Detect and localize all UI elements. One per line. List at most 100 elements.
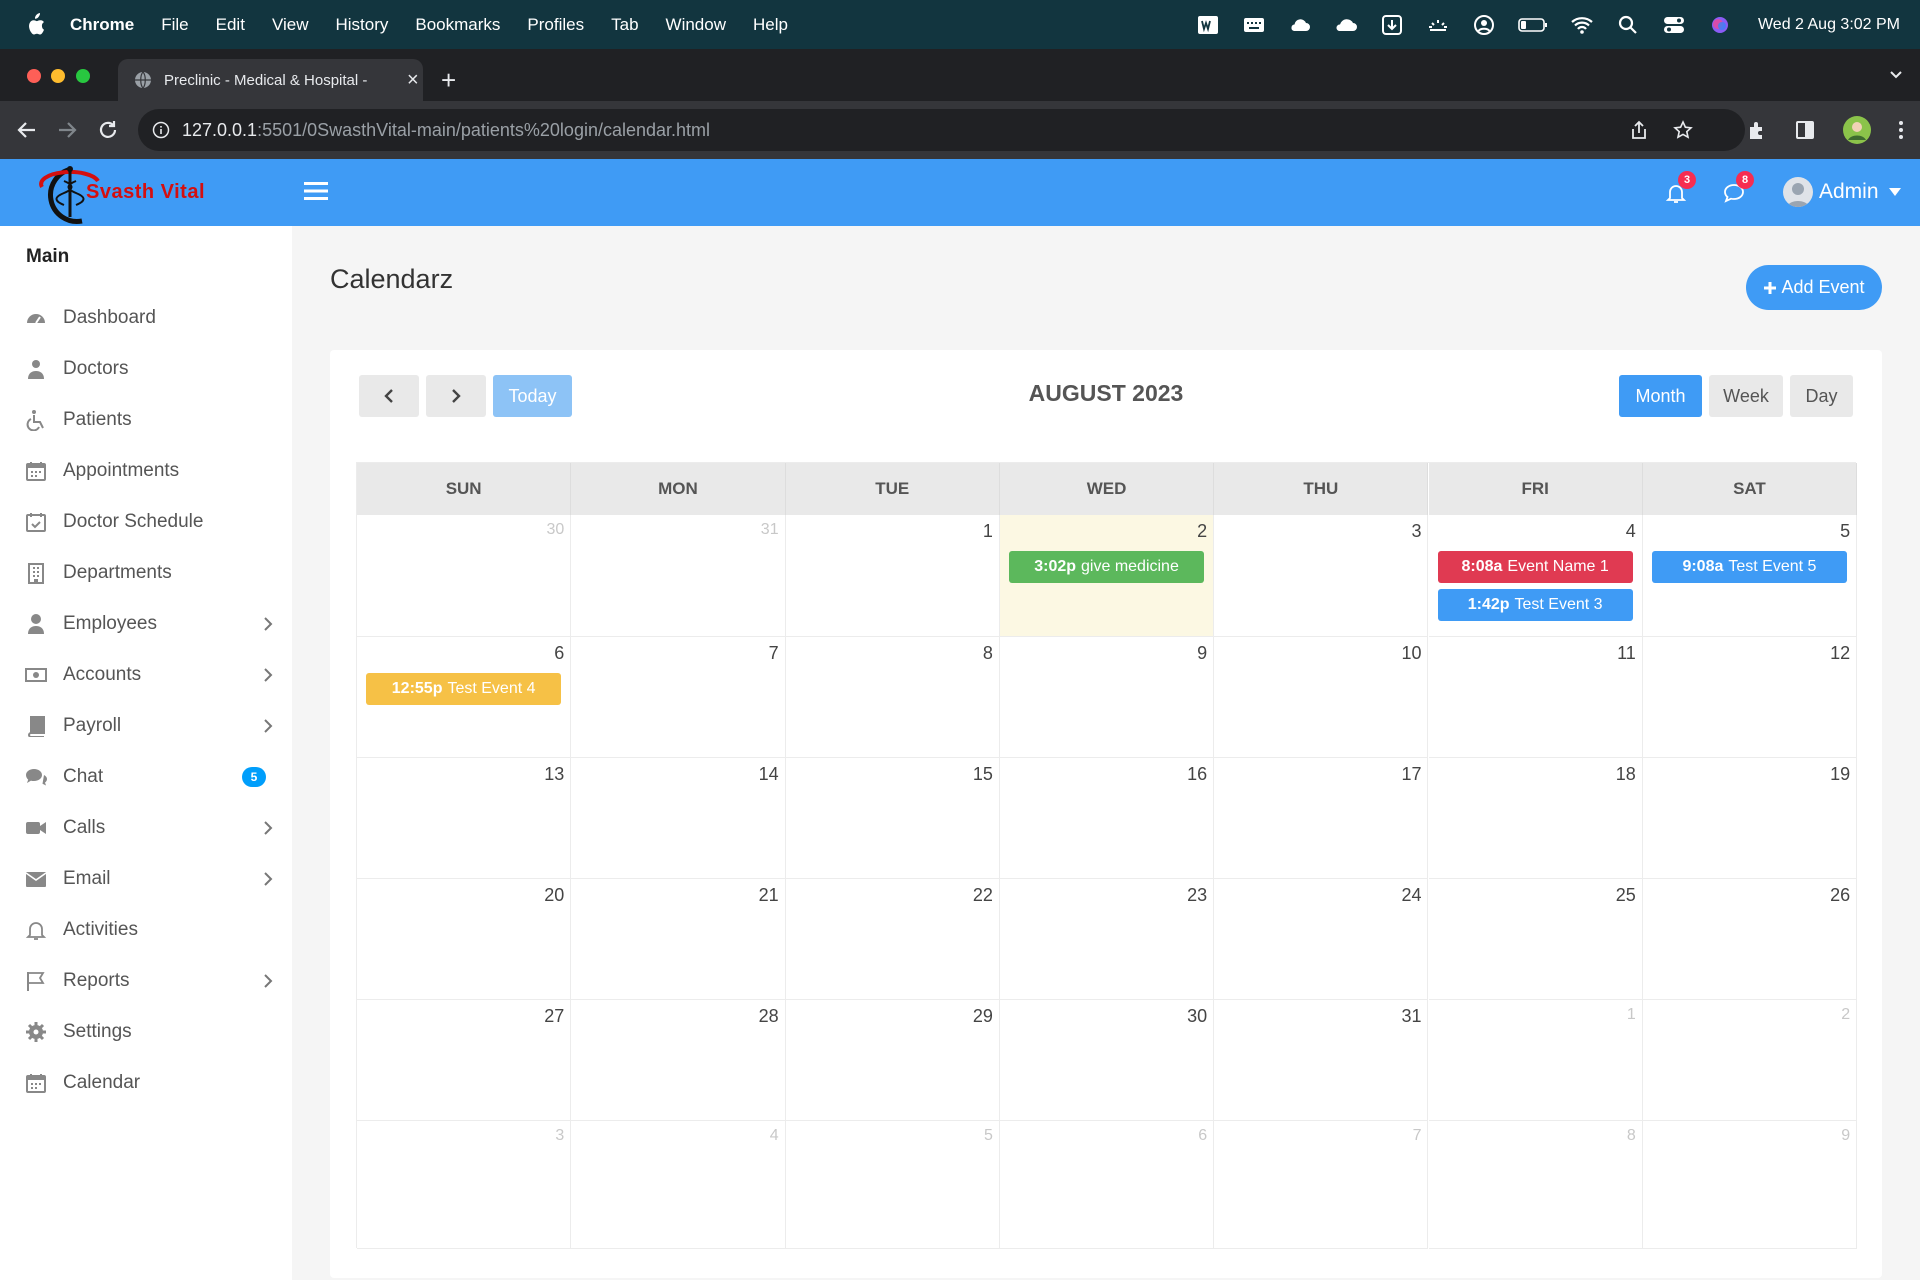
day-number[interactable]: 31: [1401, 1006, 1421, 1027]
day-cell[interactable]: 6: [999, 1121, 1215, 1249]
window-minimize-button[interactable]: [51, 69, 65, 83]
day-number[interactable]: 15: [973, 764, 993, 785]
window-close-button[interactable]: [27, 69, 41, 83]
day-number[interactable]: 2: [1197, 521, 1207, 542]
word-icon[interactable]: [1196, 14, 1220, 36]
siri-icon[interactable]: [1708, 14, 1732, 36]
next-month-button[interactable]: [426, 375, 486, 417]
tab-close-icon[interactable]: ×: [407, 70, 419, 90]
day-number[interactable]: 5: [1840, 521, 1850, 542]
menu-help[interactable]: Help: [753, 15, 788, 35]
day-cell[interactable]: 7: [571, 637, 786, 758]
hamburger-menu-icon[interactable]: [304, 181, 328, 201]
extensions-puzzle-icon[interactable]: [1746, 119, 1768, 141]
day-cell[interactable]: 22: [785, 879, 1000, 1000]
sidebar-item-activities[interactable]: Activities: [0, 905, 292, 955]
day-cell[interactable]: 6 12:55p Test Event 4: [357, 637, 572, 758]
day-cell[interactable]: 20: [357, 879, 572, 1000]
day-number[interactable]: 5: [984, 1127, 993, 1145]
day-number[interactable]: 6: [1198, 1127, 1207, 1145]
day-cell[interactable]: 25: [1428, 879, 1643, 1000]
day-cell[interactable]: 1: [785, 515, 1000, 637]
cloud-icon[interactable]: [1288, 14, 1312, 36]
day-cell[interactable]: 27: [357, 1000, 572, 1121]
menu-file[interactable]: File: [161, 15, 188, 35]
menu-window[interactable]: Window: [666, 15, 726, 35]
day-number[interactable]: 10: [1401, 643, 1421, 664]
new-tab-button[interactable]: +: [441, 67, 456, 93]
day-cell[interactable]: 29: [785, 1000, 1000, 1121]
info-icon[interactable]: [152, 121, 170, 139]
day-number[interactable]: 19: [1830, 764, 1850, 785]
search-icon[interactable]: [1616, 14, 1640, 36]
keyboard-icon[interactable]: [1242, 14, 1266, 36]
day-cell[interactable]: 4 8:08a Event Name 1 1:42p Test Event 3: [1428, 515, 1643, 637]
day-number[interactable]: 26: [1830, 885, 1850, 906]
day-number[interactable]: 16: [1187, 764, 1207, 785]
day-number[interactable]: 1: [1627, 1006, 1636, 1024]
day-number[interactable]: 23: [1187, 885, 1207, 906]
wifi-icon[interactable]: [1570, 14, 1594, 36]
browser-tab[interactable]: Preclinic - Medical & Hospital - ×: [118, 59, 423, 101]
day-cell[interactable]: 5 9:08a Test Event 5: [1642, 515, 1858, 637]
day-number[interactable]: 7: [1413, 1127, 1422, 1145]
sidebar-item-doctors[interactable]: Doctors: [0, 344, 292, 394]
menubar-clock[interactable]: Wed 2 Aug 3:02 PM: [1758, 16, 1900, 34]
sidebar-item-calls[interactable]: Calls: [0, 803, 292, 853]
profile-avatar-icon[interactable]: [1842, 115, 1872, 145]
sidebar-item-doctor-schedule[interactable]: Doctor Schedule: [0, 497, 292, 547]
reload-icon[interactable]: [97, 119, 119, 141]
day-cell[interactable]: 5: [785, 1121, 1000, 1249]
menu-profiles[interactable]: Profiles: [527, 15, 584, 35]
day-number[interactable]: 29: [973, 1006, 993, 1027]
day-cell[interactable]: 19: [1642, 758, 1858, 879]
sidebar-item-email[interactable]: Email: [0, 854, 292, 904]
day-number[interactable]: 17: [1401, 764, 1421, 785]
calendar-event[interactable]: 8:08a Event Name 1: [1437, 551, 1633, 583]
month-view-button[interactable]: Month: [1619, 375, 1702, 417]
day-number[interactable]: 2: [1841, 1006, 1850, 1024]
sidebar-item-payroll[interactable]: Payroll: [0, 701, 292, 751]
day-cell[interactable]: 18: [1428, 758, 1643, 879]
day-cell[interactable]: 3: [1214, 515, 1429, 637]
control-center-icon[interactable]: [1662, 14, 1686, 36]
day-number[interactable]: 7: [769, 643, 779, 664]
day-cell[interactable]: 30: [357, 515, 572, 637]
day-cell[interactable]: 23: [999, 879, 1215, 1000]
sidebar-item-calendar[interactable]: Calendar: [0, 1058, 292, 1108]
week-view-button[interactable]: Week: [1709, 375, 1783, 417]
day-cell[interactable]: 1: [1428, 1000, 1643, 1121]
address-bar[interactable]: 127.0.0.1:5501/0SwasthVital-main/patient…: [138, 109, 1745, 151]
menu-view[interactable]: View: [272, 15, 309, 35]
apple-icon[interactable]: [24, 12, 46, 37]
menu-edit[interactable]: Edit: [216, 15, 245, 35]
day-cell[interactable]: 16: [999, 758, 1215, 879]
day-cell[interactable]: 2 3:02p give medicine: [999, 515, 1215, 637]
day-number[interactable]: 4: [770, 1127, 779, 1145]
day-number[interactable]: 8: [983, 643, 993, 664]
sidebar-item-dashboard[interactable]: Dashboard: [0, 293, 292, 343]
day-number[interactable]: 30: [1187, 1006, 1207, 1027]
cloud-sync-icon[interactable]: [1334, 14, 1358, 36]
menu-app-name[interactable]: Chrome: [70, 15, 134, 35]
day-number[interactable]: 12: [1830, 643, 1850, 664]
day-cell[interactable]: 14: [571, 758, 786, 879]
day-cell[interactable]: 26: [1642, 879, 1858, 1000]
bookmark-star-icon[interactable]: [1673, 120, 1693, 140]
day-cell[interactable]: 3: [357, 1121, 572, 1249]
day-number[interactable]: 3: [1411, 521, 1421, 542]
user-circle-icon[interactable]: [1472, 14, 1496, 36]
menu-history[interactable]: History: [335, 15, 388, 35]
day-cell[interactable]: 12: [1642, 637, 1858, 758]
sidebar-item-appointments[interactable]: Appointments: [0, 446, 292, 496]
battery-icon[interactable]: [1518, 14, 1548, 36]
day-cell[interactable]: 28: [571, 1000, 786, 1121]
day-number[interactable]: 9: [1841, 1127, 1850, 1145]
day-number[interactable]: 24: [1401, 885, 1421, 906]
day-number[interactable]: 1: [983, 521, 993, 542]
day-cell[interactable]: 2: [1642, 1000, 1858, 1121]
day-number[interactable]: 11: [1617, 643, 1636, 664]
calendar-event[interactable]: 1:42p Test Event 3: [1437, 589, 1633, 621]
today-button[interactable]: Today: [493, 375, 572, 417]
download-icon[interactable]: [1380, 14, 1404, 36]
